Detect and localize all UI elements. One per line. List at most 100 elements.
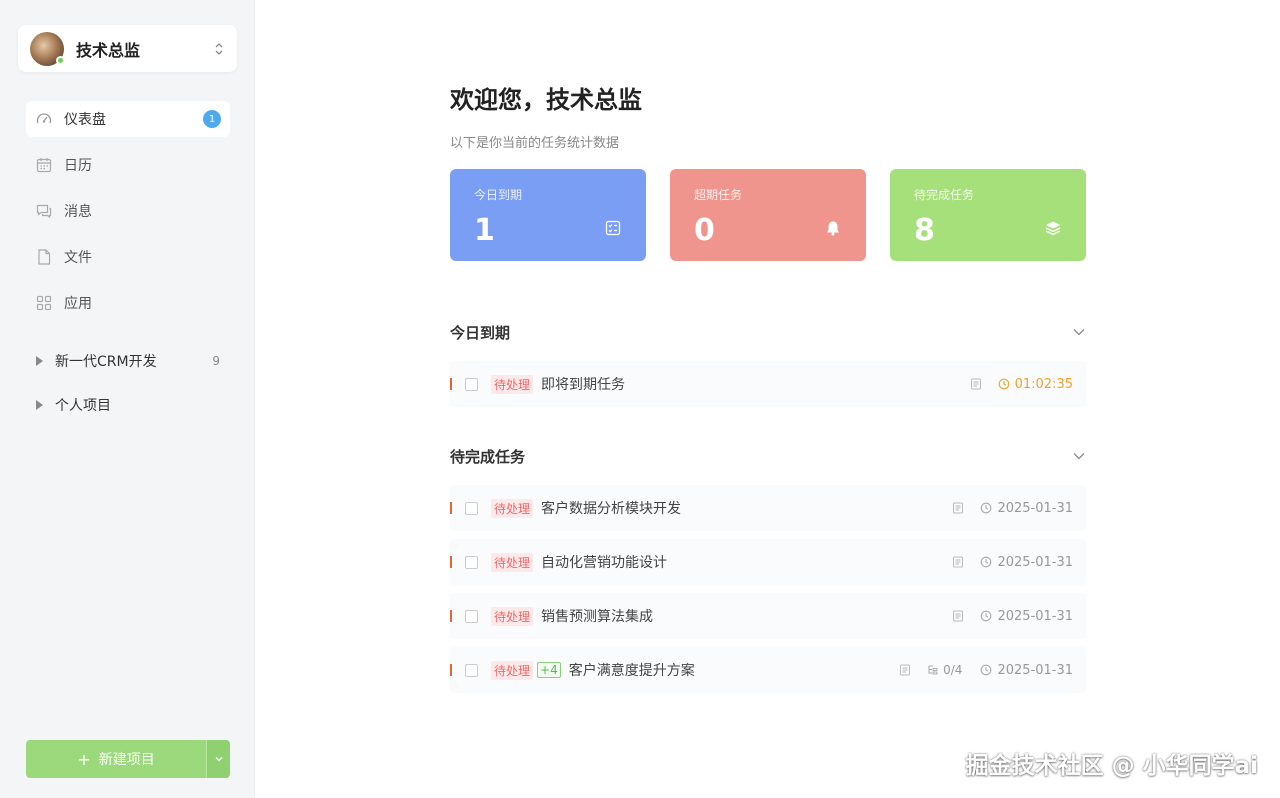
chevron-down-icon[interactable] [1072,325,1086,339]
priority-indicator [450,610,452,622]
project-item-personal[interactable]: 个人项目 [26,387,230,423]
stat-value: 8 [914,213,935,248]
status-badge: 待处理 [491,660,534,680]
stat-card-due-today[interactable]: 今日到期 1 [450,169,646,261]
new-project-group: + 新建项目 [26,740,230,778]
task-row[interactable]: 待处理 自动化营销功能设计 2025-01-31 [450,539,1086,585]
section-header-today[interactable]: 今日到期 [450,320,1086,344]
task-checkbox[interactable] [465,663,478,677]
stat-label: 今日到期 [474,188,523,202]
stats-cards: 今日到期 1 超期任务 0 待完成任务 8 [450,169,1086,261]
plus-icon: + [77,749,91,769]
new-project-button[interactable]: + 新建项目 [26,740,206,778]
task-title: 客户数据分析模块开发 [541,501,682,517]
task-title: 即将到期任务 [541,377,626,393]
caret-right-icon [36,400,43,410]
due-date-text: 2025-01-31 [997,608,1073,624]
user-switcher[interactable]: 技术总监 [18,25,237,72]
clock-icon [981,610,992,622]
due-date: 2025-01-31 [980,663,1073,678]
section-title: 待完成任务 [450,447,526,466]
project-count: 9 [212,354,220,368]
layers-icon [1045,221,1061,236]
page-title: 欢迎您，技术总监 [450,86,642,114]
description-icon [953,556,964,568]
subtask-count-text: 0/4 [943,663,963,677]
new-project-dropdown-button[interactable] [206,740,230,778]
due-date-text: 2025-01-31 [997,554,1073,570]
avatar [30,31,65,66]
status-badge: 待处理 [491,552,534,572]
message-icon [36,204,52,219]
notification-badge: 1 [203,110,221,128]
nav-item-files[interactable]: 文件 [26,239,230,275]
main-nav: 仪表盘 1 日历 消息 文件 应用 [26,101,230,331]
priority-indicator [450,378,452,390]
due-date-text: 2025-01-31 [997,500,1073,516]
task-checkbox[interactable] [465,501,478,515]
stat-card-pending[interactable]: 待完成任务 8 [890,169,1086,261]
task-title: 自动化营销功能设计 [541,555,668,571]
priority-indicator [450,664,452,676]
task-title: 销售预测算法集成 [541,609,654,625]
priority-indicator [450,502,452,514]
extra-tags-badge[interactable]: +4 [537,662,561,678]
task-row[interactable]: 待处理 即将到期任务 01:02:35 [450,361,1086,407]
description-icon [953,610,964,622]
sidebar: 技术总监 仪表盘 1 日历 消息 文件 应用 新一代CRM开发 9 个人项目 +… [0,0,255,798]
nav-item-calendar[interactable]: 日历 [26,147,230,183]
description-icon [900,664,911,676]
nav-item-messages[interactable]: 消息 [26,193,230,229]
chevron-updown-icon [213,41,225,57]
project-label: 新一代CRM开发 [55,354,157,370]
project-item-crm[interactable]: 新一代CRM开发 9 [26,343,230,379]
chevron-down-icon[interactable] [1072,449,1086,463]
stat-value: 1 [474,213,495,248]
nav-item-dashboard[interactable]: 仪表盘 1 [26,101,230,137]
user-name: 技术总监 [76,40,141,60]
task-checkbox[interactable] [465,377,478,391]
subtask-icon [928,665,938,675]
status-badge: 待处理 [491,498,534,518]
section-header-pending[interactable]: 待完成任务 [450,444,1086,468]
nav-label: 文件 [64,250,92,266]
description-icon [953,502,964,514]
clock-icon [998,378,1009,390]
task-row[interactable]: 待处理 +4 客户满意度提升方案 0/4 2025-01-31 [450,647,1086,693]
priority-indicator [450,556,452,568]
dashboard-icon [36,113,52,124]
bell-icon [827,221,839,236]
status-badge: 待处理 [491,606,534,626]
task-checkbox[interactable] [465,555,478,569]
watermark: 掘金技术社区 @ 小华同学ai [965,753,1258,779]
page-subtitle: 以下是你当前的任务统计数据 [450,136,620,151]
due-countdown: 01:02:35 [998,377,1073,392]
new-project-label: 新建项目 [98,752,155,768]
task-checkbox[interactable] [465,609,478,623]
nav-item-apps[interactable]: 应用 [26,285,230,321]
section-title: 今日到期 [450,323,511,342]
due-date-text: 2025-01-31 [997,662,1073,678]
status-badge: 待处理 [491,374,534,394]
clock-icon [981,556,992,568]
task-row[interactable]: 待处理 销售预测算法集成 2025-01-31 [450,593,1086,639]
task-row[interactable]: 待处理 客户数据分析模块开发 2025-01-31 [450,485,1086,531]
due-date: 2025-01-31 [980,501,1073,516]
subtask-count: 0/4 [927,663,962,677]
nav-label: 仪表盘 [64,112,106,128]
online-status-icon [56,55,65,65]
stat-value: 0 [694,213,715,248]
stat-card-overdue[interactable]: 超期任务 0 [670,169,866,261]
countdown-text: 01:02:35 [1014,376,1073,392]
project-list: 新一代CRM开发 9 个人项目 [26,343,230,431]
nav-label: 应用 [64,296,92,312]
checklist-icon [605,220,621,236]
apps-icon [36,295,52,311]
nav-label: 日历 [64,158,92,174]
chevron-down-icon [215,757,222,762]
task-title: 客户满意度提升方案 [568,663,695,679]
description-icon [970,378,981,390]
file-icon [38,249,51,265]
due-date: 2025-01-31 [980,555,1073,570]
clock-icon [981,664,992,676]
